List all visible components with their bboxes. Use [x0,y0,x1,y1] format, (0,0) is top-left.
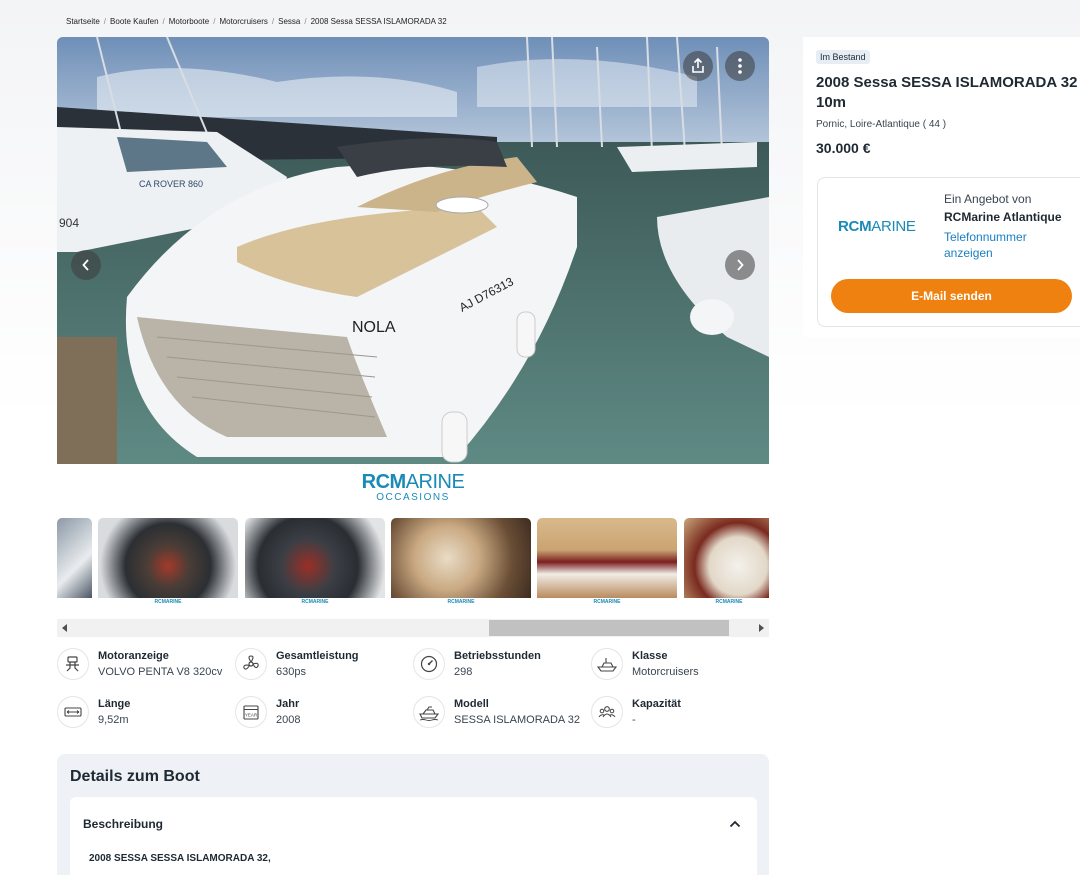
dealer-logo-banner: RCMARINE OCCASIONS [57,464,769,512]
more-vertical-icon [738,58,742,74]
chevron-up-icon[interactable] [729,815,741,833]
spec-gesamtleistung: Gesamtleistung 630ps [235,648,415,684]
breadcrumb-startseite[interactable]: Startseite [66,17,100,26]
spec-klasse: Klasse Motorcruisers [591,648,771,684]
spec-jahr: YEAR Jahr 2008 [235,696,415,732]
svg-text:904: 904 [59,216,79,230]
boat-class-icon [591,648,623,680]
details-title: Details zum Boot [70,768,200,785]
listing-title: 2008 Sessa SESSA ISLAMORADA 32 | 10m [816,74,1080,111]
boat-specs: Motoranzeige VOLVO PENTA V8 320cv Gesamtl… [57,648,769,738]
breadcrumb: Startseite / Boote Kaufen / Motorboote / Mo… [66,17,447,26]
thumbnail-3[interactable]: RCMARINE [245,518,385,608]
spec-modell: Modell SESSA ISLAMORADA 32 [413,696,593,732]
offer-by-label: Ein Angebot von [944,192,1032,206]
spec-motoranzeige: Motoranzeige VOLVO PENTA V8 320cv [57,648,237,684]
breadcrumb-motorcruisers[interactable]: Motorcruisers [219,17,267,26]
engine-icon [57,648,89,680]
description-text: 2008 SESSA SESSA ISLAMORADA 32, [89,853,271,864]
previous-image-button[interactable] [71,250,101,280]
thumbnail-6[interactable]: RCMARINE [684,518,769,608]
breadcrumb-separator: / [213,17,216,26]
breadcrumb-current: 2008 Sessa SESSA ISLAMORADA 32 [310,17,447,26]
gauge-icon [413,648,445,680]
seller-logo: RCMARINE [838,218,916,235]
breadcrumb-separator: / [162,17,165,26]
send-email-button[interactable]: E-Mail senden [831,279,1072,313]
listing-summary-panel: Im Bestand 2008 Sessa SESSA ISLAMORADA 3… [803,37,1080,337]
spec-kapazitaet: Kapazität - [591,696,771,732]
yacht-icon [413,696,445,728]
listing-location: Pornic, Loire-Atlantique ( 44 ) [816,119,947,130]
svg-text:YEAR: YEAR [245,713,258,718]
propeller-icon [235,648,267,680]
breadcrumb-separator: / [103,17,107,26]
calendar-icon: YEAR [235,696,267,728]
seller-name: RCMarine Atlantique [944,210,1062,224]
boat-photo-illustration: CA ROVER 860 904 NOLA AJ D76313 [57,37,769,464]
description-header[interactable]: Beschreibung [83,817,163,831]
rcmarine-logo: RCMARINE [361,471,465,493]
breadcrumb-motorboote[interactable]: Motorboote [169,17,209,26]
thumbnail-5[interactable]: RCMARINE [537,518,677,608]
status-badge: Im Bestand [816,50,870,64]
share-icon [692,58,704,73]
rcmarine-logo-subtitle: OCCASIONS [376,492,450,503]
thumbnail-strip: RCMARINE RCMARINE RCMARINE RCMARINE RCMA… [57,518,769,610]
seller-card: RCMARINE Ein Angebot von RCMarine Atlant… [817,177,1080,327]
boat-details-section: Details zum Boot Beschreibung 2008 SESSA… [57,754,769,875]
main-boat-photo[interactable]: CA ROVER 860 904 NOLA AJ D76313 [57,37,769,464]
people-icon [591,696,623,728]
spec-laenge: Länge 9,52m [57,696,237,732]
show-phone-link[interactable]: Telefonnummer anzeigen [944,229,1074,261]
chevron-left-icon [82,259,89,271]
thumbnail-scrollbar[interactable] [57,619,769,637]
description-accordion: Beschreibung 2008 SESSA SESSA ISLAMORADA… [70,797,757,875]
next-image-button[interactable] [725,250,755,280]
thumbnail-4[interactable]: RCMARINE [391,518,531,608]
svg-text:NOLA: NOLA [352,319,396,336]
breadcrumb-separator: / [271,17,275,26]
thumbnail-2[interactable]: RCMARINE [98,518,238,608]
listing-price: 30.000 € [816,140,871,156]
share-button[interactable] [683,51,713,81]
spec-betriebsstunden: Betriebsstunden 298 [413,648,593,684]
scroll-right-arrow-icon[interactable] [753,619,769,637]
breadcrumb-boote-kaufen[interactable]: Boote Kaufen [110,17,158,26]
thumbnail-1[interactable] [57,518,92,608]
more-options-button[interactable] [725,51,755,81]
length-icon [57,696,89,728]
scroll-left-arrow-icon[interactable] [57,619,73,637]
breadcrumb-sessa[interactable]: Sessa [278,17,300,26]
chevron-right-icon [737,259,744,271]
breadcrumb-separator: / [304,17,307,26]
svg-text:CA ROVER 860: CA ROVER 860 [139,179,203,189]
scrollbar-thumb[interactable] [489,620,729,636]
